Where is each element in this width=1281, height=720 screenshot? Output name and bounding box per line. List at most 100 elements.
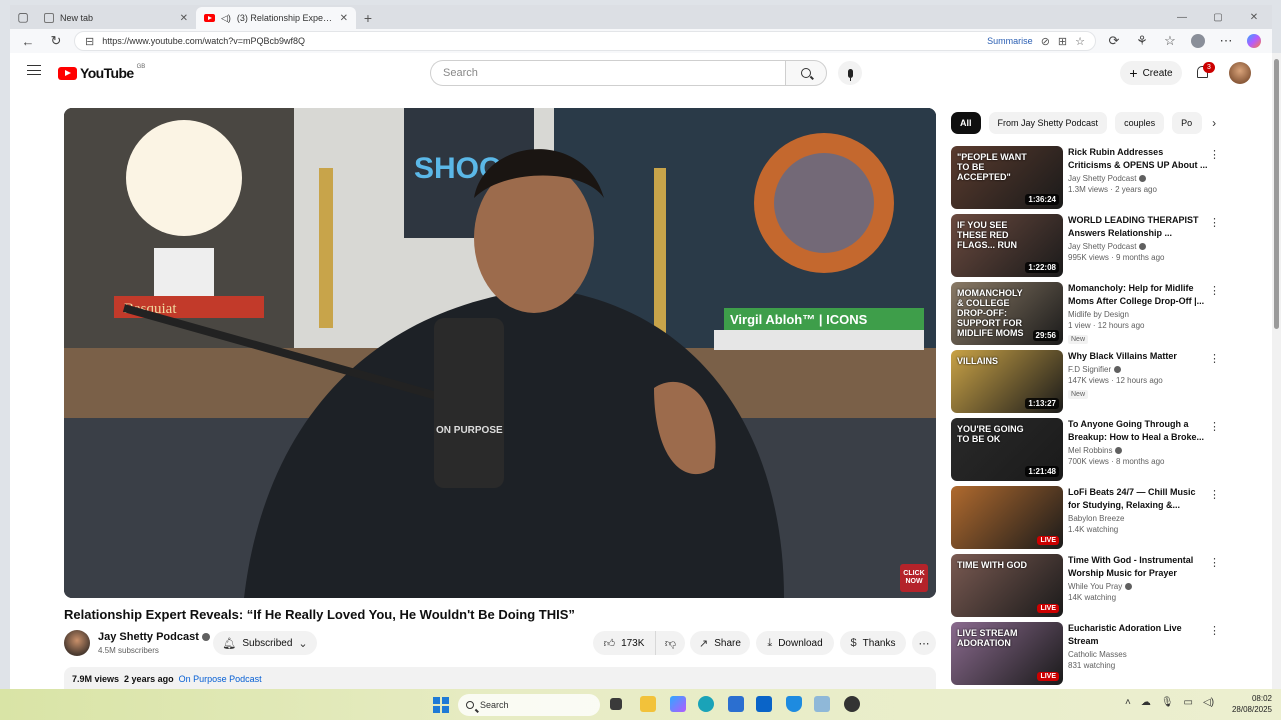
edge-browser-icon[interactable] (698, 696, 714, 712)
app-icon[interactable] (814, 696, 830, 712)
channel-name[interactable]: Jay Shetty Podcast (98, 631, 210, 643)
security-shield-icon[interactable] (786, 696, 802, 712)
favorites-icon[interactable]: ☆ (1160, 31, 1180, 51)
video-thumbnail[interactable]: "PEOPLE WANT TO BE ACCEPTED" 1:36:24 (951, 146, 1063, 209)
video-thumbnail[interactable]: YOU'RE GOING TO BE OK 1:21:48 (951, 418, 1063, 481)
video-thumbnail[interactable]: LIVE STREAM ADORATION LIVE (951, 622, 1063, 685)
refresh-icon[interactable]: ↻ (46, 31, 66, 51)
speaker-icon[interactable]: ◁) (221, 13, 231, 24)
recommendation-channel[interactable]: Babylon Breeze (1068, 514, 1208, 523)
chevron-right-icon[interactable]: › (1212, 116, 1216, 130)
hashtag-link[interactable]: On Purpose Podcast (179, 674, 262, 684)
voice-search-button[interactable] (838, 61, 862, 85)
video-thumbnail[interactable]: LIVE (951, 486, 1063, 549)
more-vertical-icon[interactable]: ⋮ (1209, 420, 1220, 433)
recommendation-title[interactable]: Rick Rubin Addresses Criticisms & OPENS … (1068, 146, 1208, 172)
more-vertical-icon[interactable]: ⋮ (1209, 624, 1220, 637)
recommendation-channel[interactable]: While You Pray (1068, 582, 1208, 591)
chrome-icon[interactable] (844, 696, 860, 712)
video-thumbnail[interactable]: VILLAINS 1:13:27 (951, 350, 1063, 413)
chip-couples[interactable]: couples (1115, 112, 1165, 134)
file-explorer-icon[interactable] (640, 696, 656, 712)
close-tab-icon[interactable]: ✕ (180, 13, 188, 24)
recommendation-channel[interactable]: Mel Robbins (1068, 446, 1208, 455)
description-box[interactable]: 7.9M views 2 years ago On Purpose Podcas… (64, 667, 936, 689)
workspaces-icon[interactable]: ▢ (10, 5, 36, 29)
download-button[interactable]: ⤓ Download (756, 631, 834, 655)
summarise-button[interactable]: Summarise (987, 36, 1033, 46)
new-tab-button[interactable]: + (356, 7, 380, 29)
puzzle-icon[interactable]: ⚘ (1132, 31, 1152, 51)
recommendation-channel[interactable]: Midlife by Design (1068, 310, 1208, 319)
cloud-icon[interactable]: ☁ (1141, 697, 1151, 708)
store-icon[interactable] (728, 696, 744, 712)
more-vertical-icon[interactable]: ⋮ (1209, 216, 1220, 229)
video-thumbnail[interactable]: IF YOU SEE THESE RED FLAGS... RUN 1:22:08 (951, 214, 1063, 277)
like-button[interactable]: 👍︎ 173K (593, 631, 655, 655)
network-icon[interactable]: ▭ (1184, 697, 1193, 708)
taskbar-clock[interactable]: 08:02 28/08/2025 (1222, 693, 1272, 715)
search-input[interactable] (430, 60, 785, 86)
dislike-button[interactable]: 👎︎ (655, 631, 685, 655)
tab-new-tab[interactable]: New tab ✕ (36, 7, 196, 29)
chip-partial[interactable]: Po (1172, 112, 1203, 134)
microphone-tray-icon[interactable]: 🎙︎ (1161, 697, 1174, 708)
site-info-icon[interactable]: ⊟ (85, 35, 94, 48)
tab-youtube[interactable]: ◁) (3) Relationship Expert Reveals ✕ (196, 7, 356, 29)
recommendation-title[interactable]: Eucharistic Adoration Live Stream (1068, 622, 1208, 648)
address-bar[interactable]: ⊟ https://www.youtube.com/watch?v=mPQBcb… (74, 31, 1096, 51)
url-text[interactable]: https://www.youtube.com/watch?v=mPQBcb9w… (102, 36, 979, 46)
chip-from-channel[interactable]: From Jay Shetty Podcast (988, 112, 1108, 134)
channel-avatar[interactable] (64, 630, 90, 656)
split-screen-icon[interactable]: ⊞ (1058, 35, 1067, 48)
more-actions-button[interactable]: ⋯ (912, 631, 936, 655)
recommendation-item[interactable]: VILLAINS 1:13:27 Why Black Villains Matter… (951, 350, 1271, 414)
more-vertical-icon[interactable]: ⋮ (1209, 488, 1220, 501)
recommendation-item[interactable]: MOMANCHOLY & COLLEGE DROP-OFF: SUPPORT F… (951, 282, 1271, 346)
chevron-up-icon[interactable]: ˄ (1125, 697, 1131, 708)
outlook-icon[interactable] (756, 696, 772, 712)
youtube-logo[interactable]: YouTube GB (58, 64, 145, 81)
create-button[interactable]: + Create (1120, 61, 1182, 85)
more-vertical-icon[interactable]: ⋮ (1209, 148, 1220, 161)
search-button[interactable] (785, 60, 827, 86)
recommendation-title[interactable]: Why Black Villains Matter (1068, 350, 1208, 363)
copilot-icon[interactable] (1244, 31, 1264, 51)
recommendation-channel[interactable]: Catholic Masses (1068, 650, 1208, 659)
page-scrollbar[interactable] (1272, 53, 1281, 689)
chip-all[interactable]: All (951, 112, 981, 134)
windows-start-icon[interactable] (433, 697, 449, 713)
recommendation-channel[interactable]: Jay Shetty Podcast (1068, 174, 1208, 183)
maximize-icon[interactable]: ▢ (1200, 5, 1236, 29)
recommendation-channel[interactable]: Jay Shetty Podcast (1068, 242, 1208, 251)
recommendation-item[interactable]: YOU'RE GOING TO BE OK 1:21:48 To Anyone Go… (951, 418, 1271, 482)
favorite-star-icon[interactable]: ☆ (1075, 35, 1085, 48)
recommendation-title[interactable]: To Anyone Going Through a Breakup: How t… (1068, 418, 1208, 444)
click-now-badge[interactable]: CLICK NOW (900, 564, 928, 592)
more-menu-icon[interactable]: ⋯ (1216, 31, 1236, 51)
extensions-icon[interactable]: ⟳ (1104, 31, 1124, 51)
video-thumbnail[interactable]: MOMANCHOLY & COLLEGE DROP-OFF: SUPPORT F… (951, 282, 1063, 345)
video-player[interactable]: SHOO Basquiat Virgil Abloh™ | ICONS ON P… (64, 108, 936, 598)
recommendation-item[interactable]: LIVE LoFi Beats 24/7 — Chill Music for St… (951, 486, 1271, 550)
profile-icon[interactable] (1188, 31, 1208, 51)
recommendation-item[interactable]: "PEOPLE WANT TO BE ACCEPTED" 1:36:24 Rick … (951, 146, 1271, 210)
minimize-icon[interactable]: — (1164, 5, 1200, 29)
recommendation-item[interactable]: IF YOU SEE THESE RED FLAGS... RUN 1:22:08… (951, 214, 1271, 278)
recommendation-title[interactable]: WORLD LEADING THERAPIST Answers Relation… (1068, 214, 1208, 240)
more-vertical-icon[interactable]: ⋮ (1209, 352, 1220, 365)
video-thumbnail[interactable]: TIME WITH GOD LIVE (951, 554, 1063, 617)
recommendation-item[interactable]: TIME WITH GOD LIVE Time With God - Instrum… (951, 554, 1271, 618)
recommendation-item[interactable]: LIVE STREAM ADORATION LIVE Eucharistic Ado… (951, 622, 1271, 686)
recommendation-title[interactable]: LoFi Beats 24/7 — Chill Music for Studyi… (1068, 486, 1208, 512)
taskbar-search[interactable]: Search (458, 694, 600, 716)
back-arrow-icon[interactable]: ← (18, 31, 38, 51)
menu-icon[interactable] (27, 65, 41, 75)
copilot-app-icon[interactable] (670, 696, 686, 712)
read-aloud-icon[interactable]: ⊘ (1041, 35, 1050, 48)
subscribed-button[interactable]: 🔔︎ Subscribed ⌄ (213, 631, 317, 655)
recommendation-title[interactable]: Momancholy: Help for Midlife Moms After … (1068, 282, 1208, 308)
close-window-icon[interactable]: ✕ (1236, 5, 1272, 29)
close-tab-icon[interactable]: ✕ (340, 13, 348, 24)
account-avatar[interactable] (1229, 62, 1251, 84)
